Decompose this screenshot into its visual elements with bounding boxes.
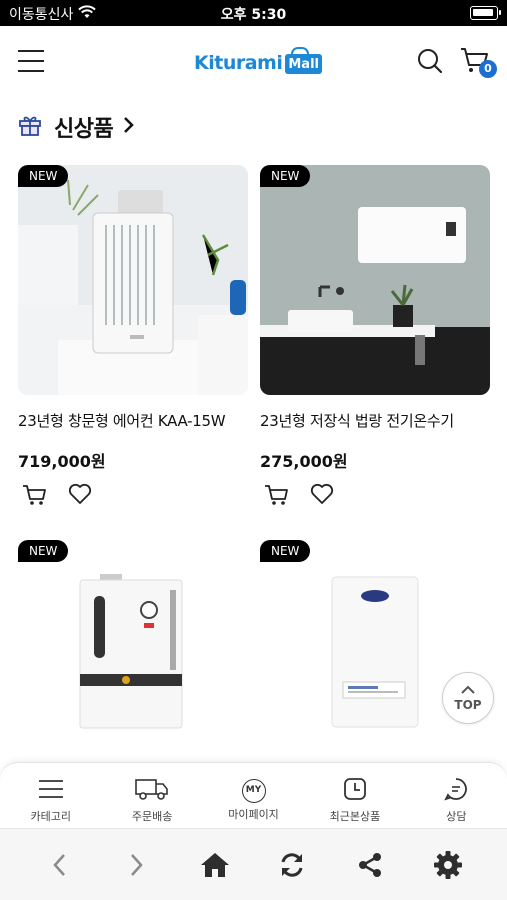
forward-icon[interactable] [117,845,157,885]
menu-icon [38,780,63,798]
new-badge: NEW [18,540,69,562]
tab-label: 카테고리 [30,810,71,823]
chat-icon [444,778,468,801]
product-card: NEW [18,540,248,770]
search-icon[interactable] [417,48,443,78]
tab-category[interactable]: 카테고리 [0,763,101,828]
logo-text: Kiturami [194,52,283,74]
cart-count-badge: 0 [479,60,497,78]
product-image[interactable]: NEW [18,165,248,395]
new-badge: NEW [260,165,311,187]
kiturami-mall-logo[interactable]: Kiturami Mall [194,44,322,74]
back-icon[interactable] [39,845,79,885]
tab-label: 상담 [446,810,467,823]
product-price: 275,000원 [260,452,348,471]
section-title: 신상품 [54,117,114,142]
tab-my-page[interactable]: MY 마이페이지 [203,763,304,828]
tab-label: 최근본상품 [329,810,381,823]
gift-icon [18,113,42,141]
tab-order-delivery[interactable]: 주문배송 [101,763,202,828]
add-to-cart-icon[interactable] [22,483,48,511]
wishlist-heart-icon[interactable] [68,483,92,511]
app-header: Kiturami Mall 0 [0,26,507,96]
add-to-cart-icon[interactable] [264,483,290,511]
settings-icon[interactable] [428,845,468,885]
tab-consult[interactable]: 상담 [406,763,507,828]
truck-icon [135,779,168,800]
share-icon[interactable] [350,845,390,885]
clock-icon [344,778,366,800]
home-icon[interactable] [195,845,235,885]
product-name[interactable]: 23년형 창문형 에어컨 KAA-15W [18,410,248,431]
top-label: TOP [454,698,482,712]
product-card: NEW [260,540,490,770]
product-card: NEW 23년형 창문형 에어컨 KAA-15W 719,000원 [18,165,248,511]
status-bar: 이동통신사 오후 5:30 [0,0,507,26]
clock: 오후 5:30 [220,7,287,23]
tab-label: 주문배송 [131,810,173,823]
new-badge: NEW [260,540,311,562]
wishlist-heart-icon[interactable] [310,483,334,511]
product-card: NEW 23년형 저장식 법랑 전기온수기 275,000원 [260,165,490,511]
chevron-right-icon [123,116,135,138]
browser-toolbar [0,828,507,900]
product-image[interactable]: NEW [260,165,490,395]
battery-icon [470,6,501,20]
product-price: 719,000원 [18,452,106,471]
logo-box: Mall [285,47,322,74]
product-image[interactable]: NEW [18,540,248,770]
chevron-up-icon [461,685,475,694]
product-name[interactable]: 23년형 저장식 법랑 전기온수기 [260,410,490,431]
refresh-icon[interactable] [272,845,312,885]
tab-recently-viewed[interactable]: 최근본상품 [304,763,405,828]
new-products-section-link[interactable]: 신상품 [18,112,135,142]
product-image[interactable]: NEW [260,540,490,770]
hamburger-menu-button[interactable] [18,50,44,72]
bottom-tab-bar: 카테고리 주문배송 MY 마이페이지 최근본상품 상담 [0,762,507,828]
my-icon: MY [241,779,266,803]
scroll-to-top-button[interactable]: TOP [442,672,494,724]
new-badge: NEW [18,165,69,187]
tab-label: 마이페이지 [228,808,279,821]
